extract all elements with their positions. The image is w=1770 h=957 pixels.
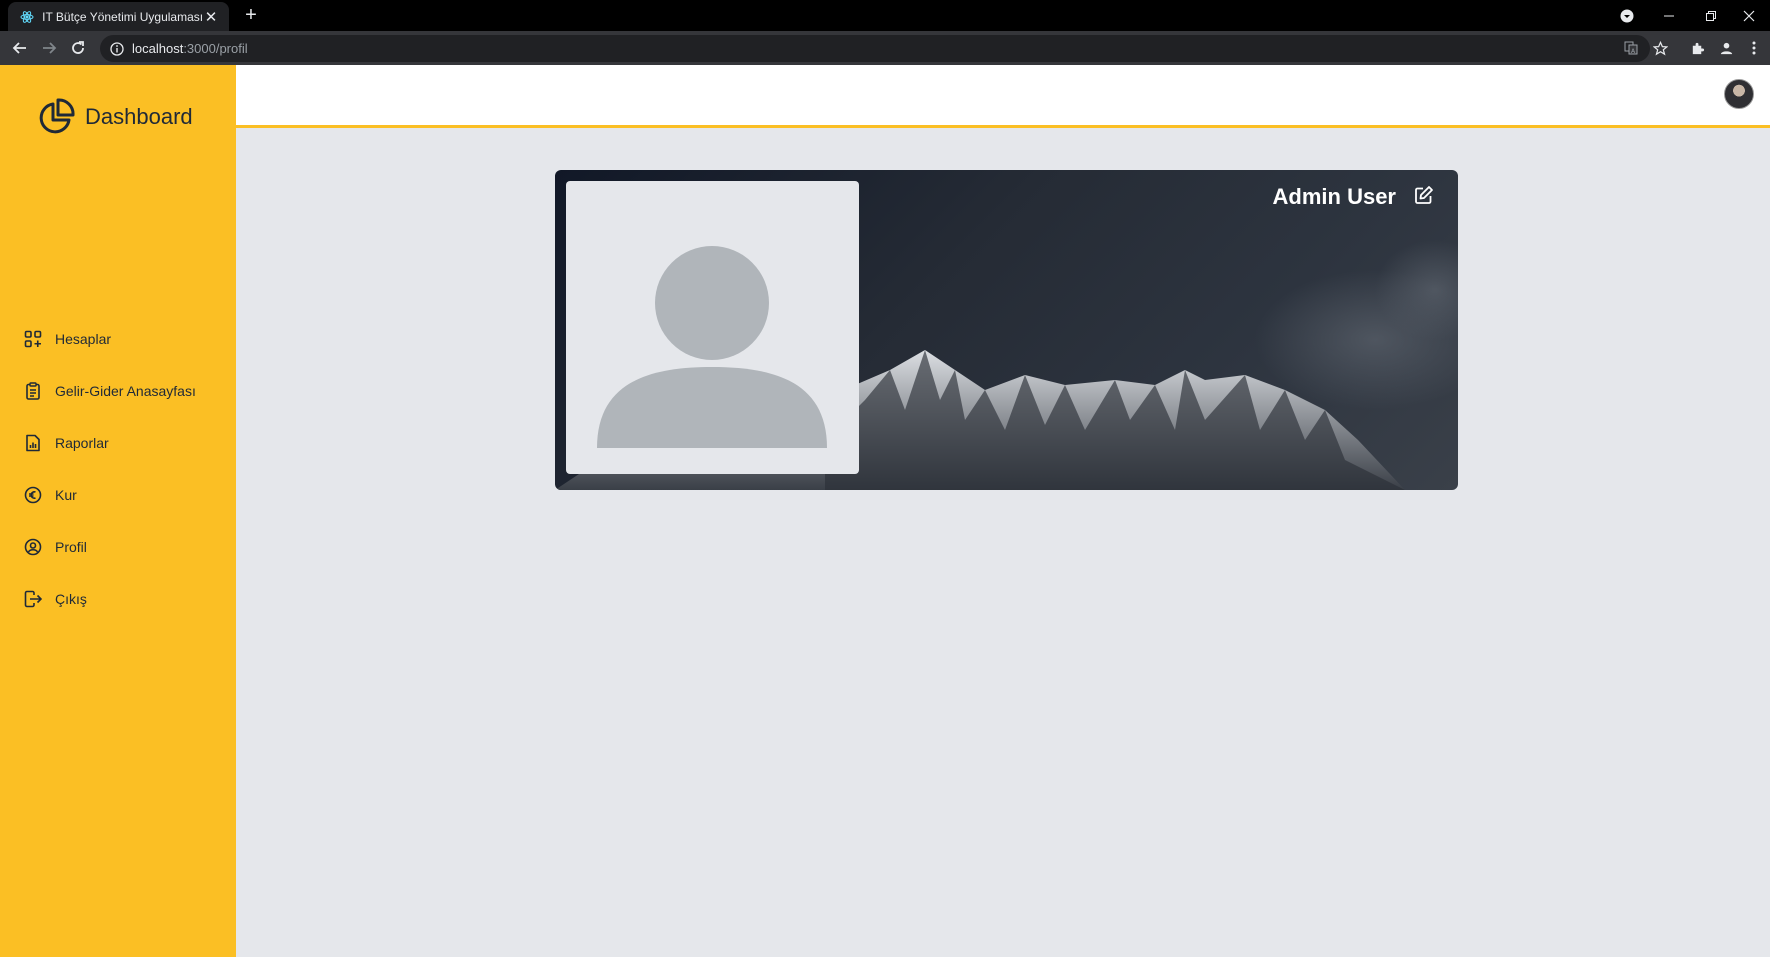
browser-tab-bar: IT Bütçe Yönetimi Uygulaması ✕ + [0, 0, 1770, 31]
sidebar-item-label: Gelir-Gider Anasayfası [55, 383, 196, 399]
euro-circle-icon [23, 485, 43, 505]
url-host: localhost [132, 41, 184, 56]
report-chart-icon [23, 433, 43, 453]
reload-icon[interactable] [66, 36, 90, 60]
brand[interactable]: Dashboard [37, 98, 193, 136]
browser-tab[interactable]: IT Bütçe Yönetimi Uygulaması ✕ [8, 2, 229, 31]
sidebar-item-raporlar[interactable]: Raporlar [0, 417, 236, 469]
minimize-icon[interactable] [1648, 0, 1690, 31]
sidebar: Dashboard Hesaplar Gelir-Gider Anasayfas… [0, 65, 236, 957]
browser-toolbar: localhost:3000/profil A [0, 31, 1770, 65]
back-icon[interactable] [8, 36, 32, 60]
translate-icon[interactable]: A [1619, 36, 1643, 60]
sidebar-item-label: Hesaplar [55, 331, 112, 347]
profile-name: Admin User [1272, 184, 1396, 209]
close-window-icon[interactable] [1728, 0, 1770, 31]
user-circle-icon [23, 537, 43, 557]
sidebar-item-label: Profil [55, 539, 87, 555]
menu-kebab-icon[interactable] [1742, 36, 1766, 60]
url-path: :3000/profil [183, 41, 248, 56]
app-header [236, 65, 1770, 128]
pie-chart-logo-icon [37, 98, 75, 136]
clipboard-icon [23, 381, 43, 401]
tab-title: IT Bütçe Yönetimi Uygulaması [42, 9, 204, 24]
edit-profile-icon[interactable] [1412, 183, 1436, 207]
tab-close-icon[interactable]: ✕ [203, 8, 219, 26]
sidebar-item-label: Çıkış [55, 591, 87, 607]
sidebar-item-label: Kur [55, 487, 77, 503]
restore-icon[interactable] [1690, 0, 1732, 31]
profile-photo-placeholder[interactable] [566, 181, 859, 474]
logout-icon [23, 589, 43, 609]
bookmark-star-icon[interactable] [1648, 36, 1672, 60]
user-silhouette-icon [597, 246, 827, 448]
grid-plus-icon [23, 329, 43, 349]
user-avatar[interactable] [1724, 79, 1754, 109]
profile-card: Admin User [555, 170, 1458, 490]
extensions-icon[interactable] [1685, 36, 1709, 60]
address-bar[interactable]: localhost:3000/profil [100, 35, 1650, 62]
forward-icon[interactable] [37, 36, 61, 60]
sidebar-item-label: Raporlar [55, 435, 109, 451]
sidebar-item-profil[interactable]: Profil [0, 521, 236, 573]
site-info-icon[interactable] [110, 41, 124, 56]
account-icon[interactable] [1714, 36, 1738, 60]
sidebar-item-gelir-gider[interactable]: Gelir-Gider Anasayfası [0, 365, 236, 417]
sidebar-item-kur[interactable]: Kur [0, 469, 236, 521]
react-favicon-icon [20, 9, 34, 25]
sidebar-item-hesaplar[interactable]: Hesaplar [0, 313, 236, 365]
new-tab-icon[interactable]: + [240, 4, 262, 27]
sidebar-item-cikis[interactable]: Çıkış [0, 573, 236, 625]
brand-title: Dashboard [85, 104, 193, 129]
sidebar-nav: Hesaplar Gelir-Gider Anasayfası Raporlar… [0, 313, 236, 625]
profile-download-icon[interactable] [1606, 0, 1648, 31]
